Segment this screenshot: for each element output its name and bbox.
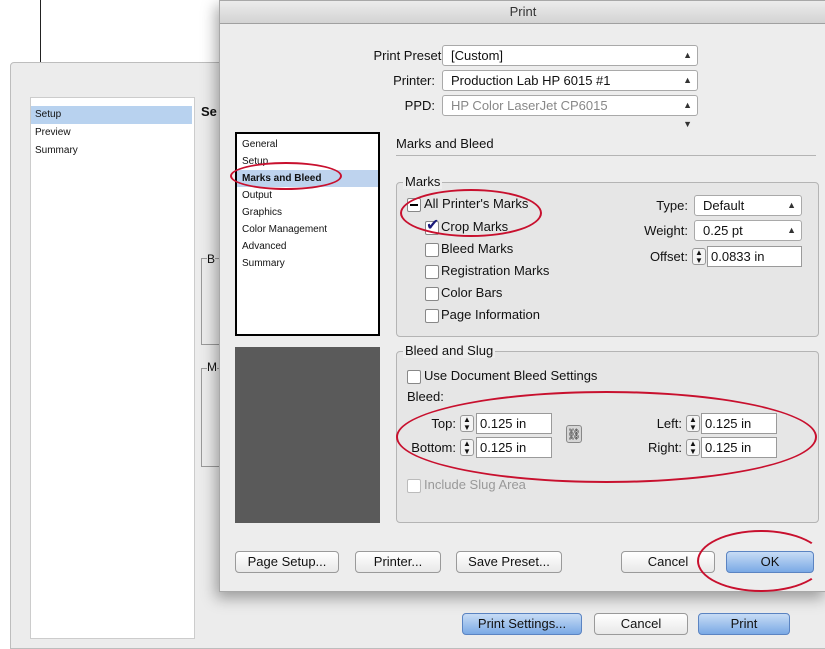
offset-stepper-icon[interactable]: ▲ ▼	[692, 248, 706, 265]
use-document-bleed-checkbox[interactable]	[407, 370, 421, 384]
include-slug-label: Include Slug Area	[424, 477, 526, 492]
bg-heading-fragment: Se	[201, 104, 217, 119]
weight-select[interactable]: 0.25 pt ▲▼	[694, 220, 802, 254]
registration-marks-checkbox[interactable]	[425, 265, 439, 279]
bg-cancel-button[interactable]: Cancel	[594, 613, 688, 635]
print-dialog: Print Print Preset: [Custom] ▲▼ Printer:…	[219, 0, 825, 592]
printer-label: Printer:	[393, 73, 435, 88]
type-label: Type:	[656, 198, 688, 213]
marks-group-title: Marks	[403, 174, 443, 189]
panel-title: Marks and Bleed	[396, 136, 494, 151]
category-graphics[interactable]: Graphics	[237, 204, 378, 221]
bg-print-settings-button[interactable]: Print Settings...	[462, 613, 582, 635]
page-setup-button[interactable]: Page Setup...	[235, 551, 339, 573]
panel-divider	[396, 155, 816, 156]
registration-marks-label: Registration Marks	[441, 263, 550, 278]
category-advanced[interactable]: Advanced	[237, 238, 378, 255]
dialog-title: Print	[220, 1, 825, 24]
ppd-value: HP Color LaserJet CP6015	[451, 98, 608, 113]
print-preset-select[interactable]: [Custom] ▲▼	[442, 45, 698, 79]
include-slug-checkbox	[407, 479, 421, 493]
printer-select[interactable]: Production Lab HP 6015 #1 ▲▼	[442, 70, 698, 104]
offset-field[interactable]: 0.0833 in	[707, 246, 802, 267]
color-bars-checkbox[interactable]	[425, 287, 439, 301]
bleed-marks-checkbox[interactable]	[425, 243, 439, 257]
page-information-checkbox[interactable]	[425, 309, 439, 323]
printer-value: Production Lab HP 6015 #1	[451, 73, 611, 88]
bg-sidebar-item-summary[interactable]: Summary	[31, 142, 192, 160]
save-preset-button[interactable]: Save Preset...	[456, 551, 562, 573]
annotation-ellipse-marks	[400, 189, 542, 237]
bg-group-title-fragment-b: B	[207, 252, 216, 266]
bg-sidebar-item-preview[interactable]: Preview	[31, 124, 192, 142]
category-output[interactable]: Output	[237, 187, 378, 204]
weight-label: Weight:	[644, 223, 688, 238]
category-general[interactable]: General	[237, 136, 378, 153]
popup-arrows-icon: ▲▼	[683, 100, 692, 129]
category-summary[interactable]: Summary	[237, 255, 378, 272]
background-document-window	[40, 0, 231, 70]
ppd-select: HP Color LaserJet CP6015 ▲ ▼	[442, 95, 698, 129]
print-preset-value: [Custom]	[451, 48, 504, 63]
type-select[interactable]: Default ▲▼	[694, 195, 802, 229]
offset-label: Offset:	[649, 249, 688, 264]
annotation-ellipse-ok	[697, 530, 825, 592]
category-color-management[interactable]: Color Management	[237, 221, 378, 238]
annotation-ellipse-bleed	[396, 391, 817, 483]
bg-sidebar-item-setup[interactable]: Setup	[31, 106, 192, 124]
print-preset-label: Print Preset:	[373, 48, 445, 63]
type-value: Default	[703, 198, 745, 213]
color-bars-label: Color Bars	[441, 285, 503, 300]
weight-value: 0.25 pt	[703, 223, 743, 238]
annotation-ellipse-category	[230, 162, 342, 190]
bg-group-title-fragment-m: M	[207, 360, 217, 374]
ppd-label: PPD:	[404, 98, 435, 113]
page-preview	[235, 347, 380, 523]
bg-print-button[interactable]: Print	[698, 613, 790, 635]
page-information-label: Page Information	[441, 307, 541, 322]
background-sidebar: Setup Preview Summary	[30, 97, 195, 639]
use-document-bleed-label: Use Document Bleed Settings	[424, 368, 598, 383]
printer-button[interactable]: Printer...	[355, 551, 441, 573]
bleed-slug-group-title: Bleed and Slug	[403, 343, 496, 358]
bleed-marks-label: Bleed Marks	[441, 241, 514, 256]
bleed-label: Bleed:	[407, 389, 444, 404]
